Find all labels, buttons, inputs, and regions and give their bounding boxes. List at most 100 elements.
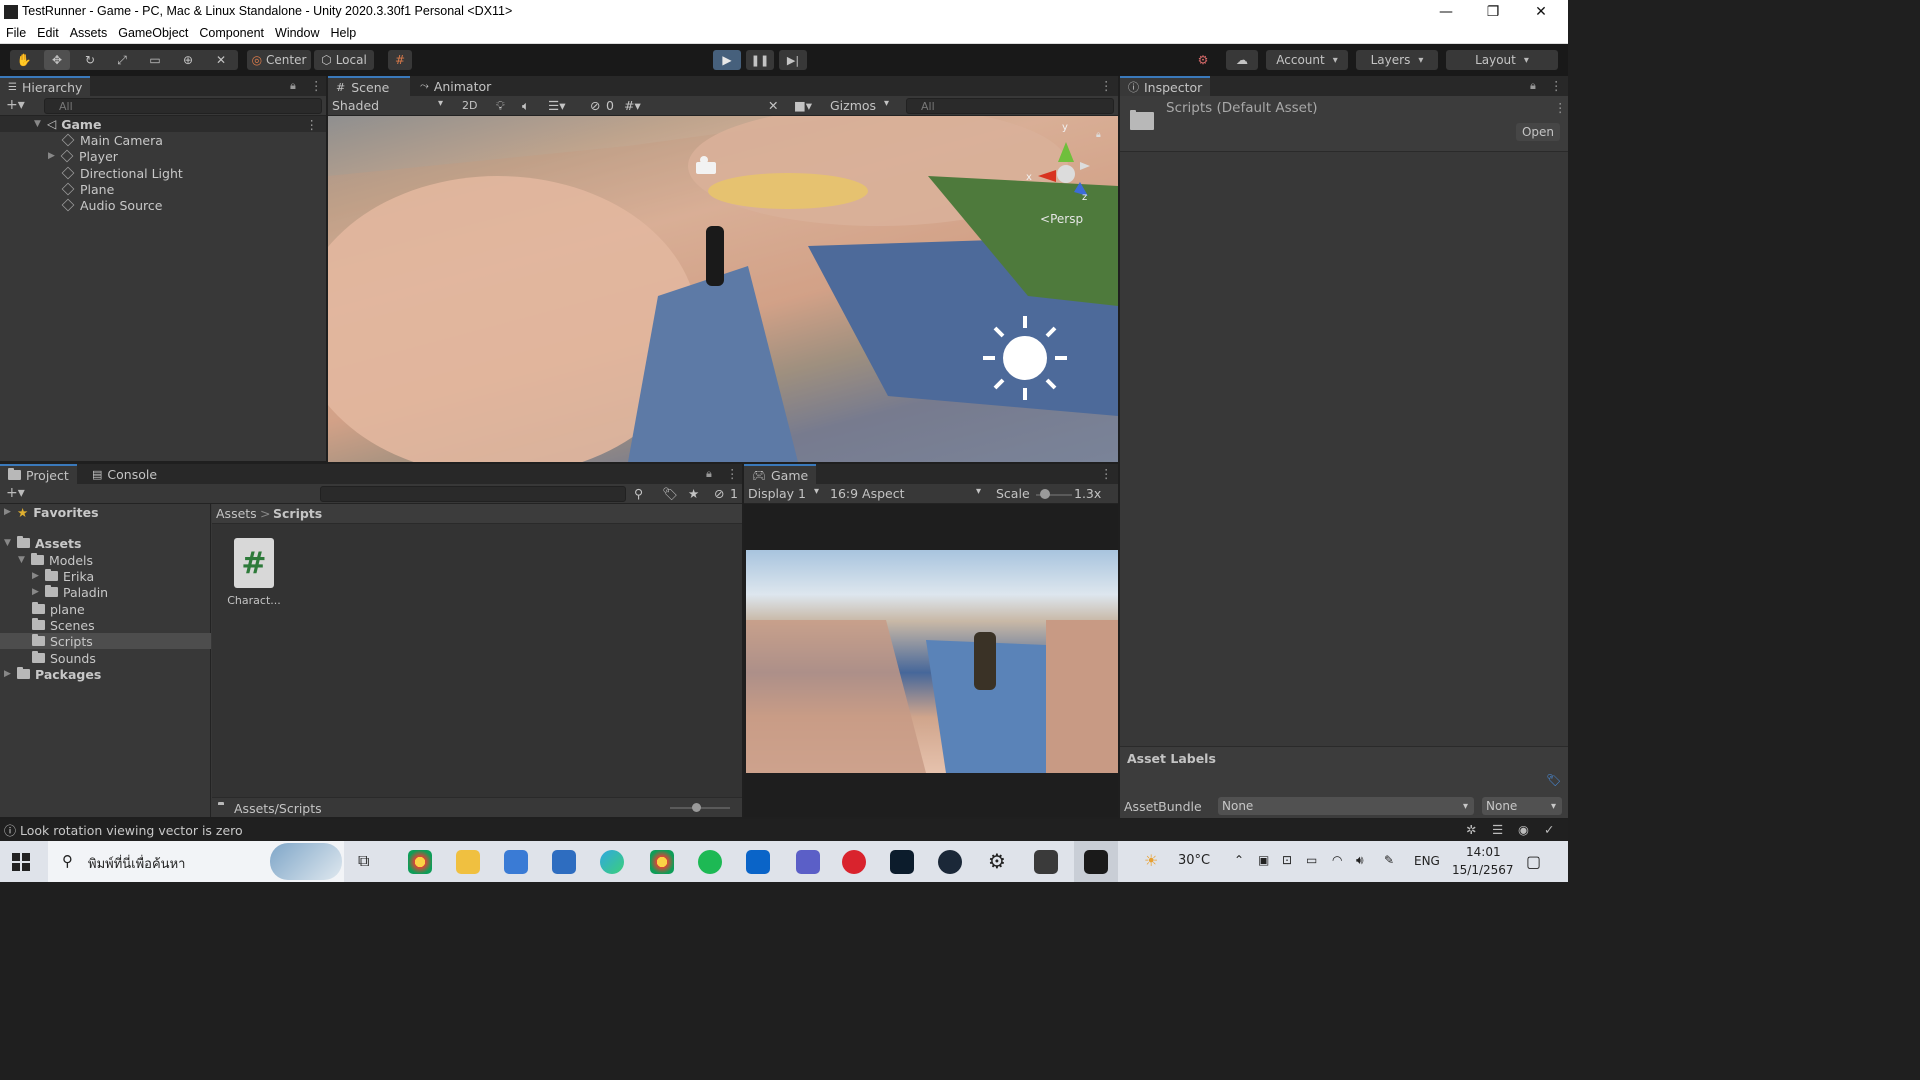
- bug-icon[interactable]: ✲: [1466, 822, 1476, 837]
- label-tag-icon[interactable]: 🏷︎: [1546, 773, 1561, 787]
- collapsed-arrow-icon[interactable]: ▶: [32, 571, 42, 581]
- taskbar-search-box[interactable]: ⚲ พิมพ์ที่นี่เพื่อค้นหา: [48, 841, 344, 882]
- tree-assets[interactable]: ▼ Assets: [4, 535, 81, 551]
- volume-icon[interactable]: 🔊︎: [1356, 853, 1364, 868]
- input-language[interactable]: ENG: [1414, 854, 1440, 868]
- scale-slider-thumb[interactable]: [1040, 489, 1050, 499]
- assetbundle-dropdown[interactable]: None ▾: [1218, 797, 1474, 815]
- scene-search-input[interactable]: All: [906, 98, 1114, 114]
- kebab-menu-icon[interactable]: ⋮: [1100, 466, 1113, 481]
- gizmo-lock-icon[interactable]: 🔒︎: [1096, 130, 1101, 140]
- collab-icon[interactable]: ⚙: [1189, 50, 1217, 70]
- minimize-button[interactable]: —: [1423, 0, 1469, 24]
- tree-paladin[interactable]: ▶ Paladin: [32, 584, 108, 600]
- tab-hierarchy[interactable]: ☰ Hierarchy: [0, 76, 91, 96]
- kebab-menu-icon[interactable]: ⋮: [1100, 78, 1113, 93]
- play-button[interactable]: ▶: [713, 50, 741, 70]
- tree-packages[interactable]: ▶ Packages: [4, 666, 101, 682]
- search-by-type-icon[interactable]: ⚲: [634, 486, 643, 501]
- collapsed-arrow-icon[interactable]: ▶: [4, 669, 14, 679]
- tab-animator[interactable]: ⤳ Animator: [412, 76, 499, 96]
- rect-tool-icon[interactable]: ▭: [143, 50, 167, 70]
- expand-arrow-icon[interactable]: ▼: [18, 555, 28, 565]
- file-explorer-icon[interactable]: [456, 850, 480, 874]
- orientation-gizmo[interactable]: y x z 🔒︎ <Persp: [1018, 122, 1108, 232]
- expand-arrow-icon[interactable]: ▼: [4, 538, 14, 548]
- hidden-packages-icon[interactable]: ⊘: [714, 486, 724, 501]
- collapsed-arrow-icon[interactable]: ▶: [32, 587, 42, 597]
- check-icon[interactable]: ✓: [1544, 822, 1554, 837]
- aspect-chevron-icon[interactable]: ▾: [976, 486, 981, 497]
- settings-gear-icon[interactable]: ⚙: [988, 849, 1006, 873]
- grid-toggle-icon[interactable]: #▾: [624, 98, 641, 113]
- maximize-button[interactable]: ❐: [1470, 0, 1516, 24]
- league-client-icon[interactable]: [890, 850, 914, 874]
- favorite-star-icon[interactable]: ★: [688, 486, 699, 501]
- teams-icon[interactable]: [796, 850, 820, 874]
- move-tool-icon[interactable]: ✥: [44, 50, 70, 70]
- steam-icon[interactable]: [938, 850, 962, 874]
- kebab-menu-icon[interactable]: ⋮: [310, 78, 323, 93]
- wifi-icon[interactable]: ◠: [1332, 853, 1342, 867]
- menu-file[interactable]: File: [0, 24, 31, 40]
- camera-settings-icon[interactable]: ■▾: [794, 98, 812, 113]
- tree-erika[interactable]: ▶ Erika: [32, 568, 94, 584]
- project-search-input[interactable]: [320, 486, 626, 502]
- hierarchy-item-plane[interactable]: Plane: [61, 181, 114, 197]
- display-dropdown[interactable]: Display 1: [748, 486, 806, 501]
- collapsed-arrow-icon[interactable]: ▶: [4, 507, 14, 517]
- gizmos-dropdown[interactable]: Gizmos: [830, 98, 876, 113]
- 2d-toggle[interactable]: 2D: [462, 99, 477, 112]
- transform-tool-icon[interactable]: ⊕: [176, 50, 200, 70]
- script-file-tile[interactable]: # Charact...: [222, 538, 286, 618]
- menu-assets[interactable]: Assets: [64, 24, 113, 40]
- lock-icon[interactable]: 🔒︎: [706, 467, 712, 481]
- garena-icon[interactable]: [842, 850, 866, 874]
- hierarchy-item-directional-light[interactable]: Directional Light: [61, 165, 183, 181]
- cloud-icon[interactable]: ☁: [1226, 50, 1258, 70]
- kebab-menu-icon[interactable]: ⋮: [1550, 78, 1563, 93]
- inspector-kebab-icon[interactable]: ⋮: [1554, 100, 1567, 115]
- hand-tool-icon[interactable]: ✋: [12, 50, 36, 70]
- layout-dropdown[interactable]: Layout: [1446, 50, 1558, 70]
- create-add-icon[interactable]: +▾: [6, 97, 25, 113]
- close-button[interactable]: ✕: [1518, 0, 1564, 24]
- menu-component[interactable]: Component: [193, 24, 269, 40]
- clock-date[interactable]: 15/1/2567: [1452, 863, 1514, 877]
- weather-temperature[interactable]: 30°C: [1178, 853, 1210, 868]
- tree-models[interactable]: ▼ Models: [18, 552, 93, 568]
- scene-viewport[interactable]: y x z 🔒︎ <Persp: [328, 116, 1118, 462]
- tree-plane[interactable]: plane: [32, 601, 85, 617]
- audio-toggle-icon[interactable]: 🔈︎: [522, 98, 530, 114]
- meet-icon[interactable]: ▣: [1258, 853, 1269, 867]
- aspect-dropdown[interactable]: 16:9 Aspect: [830, 486, 905, 501]
- kebab-menu-icon[interactable]: ⋮: [726, 466, 739, 481]
- tab-scene[interactable]: # Scene: [328, 76, 410, 96]
- unity-hub-icon[interactable]: [1034, 850, 1058, 874]
- lock-icon[interactable]: 🔒︎: [1530, 79, 1536, 93]
- cache-icon[interactable]: ☰: [1492, 822, 1503, 837]
- outlook-icon[interactable]: [746, 850, 770, 874]
- pivot-local-toggle[interactable]: ⬡ Local: [314, 50, 374, 70]
- draw-mode-dropdown[interactable]: Shaded: [332, 98, 379, 113]
- open-button[interactable]: Open: [1516, 123, 1560, 141]
- tree-scripts[interactable]: Scripts: [32, 633, 93, 649]
- tree-scenes[interactable]: Scenes: [32, 617, 95, 633]
- weather-icon[interactable]: ☀︎: [1144, 851, 1158, 870]
- network-device-icon[interactable]: ⊡: [1282, 853, 1292, 867]
- notification-icon[interactable]: ▢: [1526, 852, 1541, 871]
- unity-editor-icon[interactable]: [1084, 850, 1108, 874]
- hidden-objects-icon[interactable]: ⊘: [590, 98, 600, 113]
- draw-mode-chevron-icon[interactable]: ▾: [438, 98, 443, 109]
- tray-chevron-icon[interactable]: ⌃: [1234, 853, 1244, 867]
- clock-time[interactable]: 14:01: [1466, 845, 1501, 859]
- grid-snap-icon[interactable]: #: [388, 50, 412, 70]
- battery-icon[interactable]: ▭: [1306, 853, 1317, 867]
- task-view-icon[interactable]: ⧉: [358, 851, 369, 871]
- tools-icon[interactable]: ✕: [768, 98, 778, 113]
- scene-kebab-icon[interactable]: ⋮: [306, 117, 319, 132]
- tab-inspector[interactable]: ⓘ Inspector: [1120, 76, 1211, 96]
- effects-toggle-icon[interactable]: ☰▾: [548, 98, 565, 113]
- tree-favorites[interactable]: ▶ ★ Favorites: [4, 504, 99, 520]
- microsoft-store-icon[interactable]: [504, 850, 528, 874]
